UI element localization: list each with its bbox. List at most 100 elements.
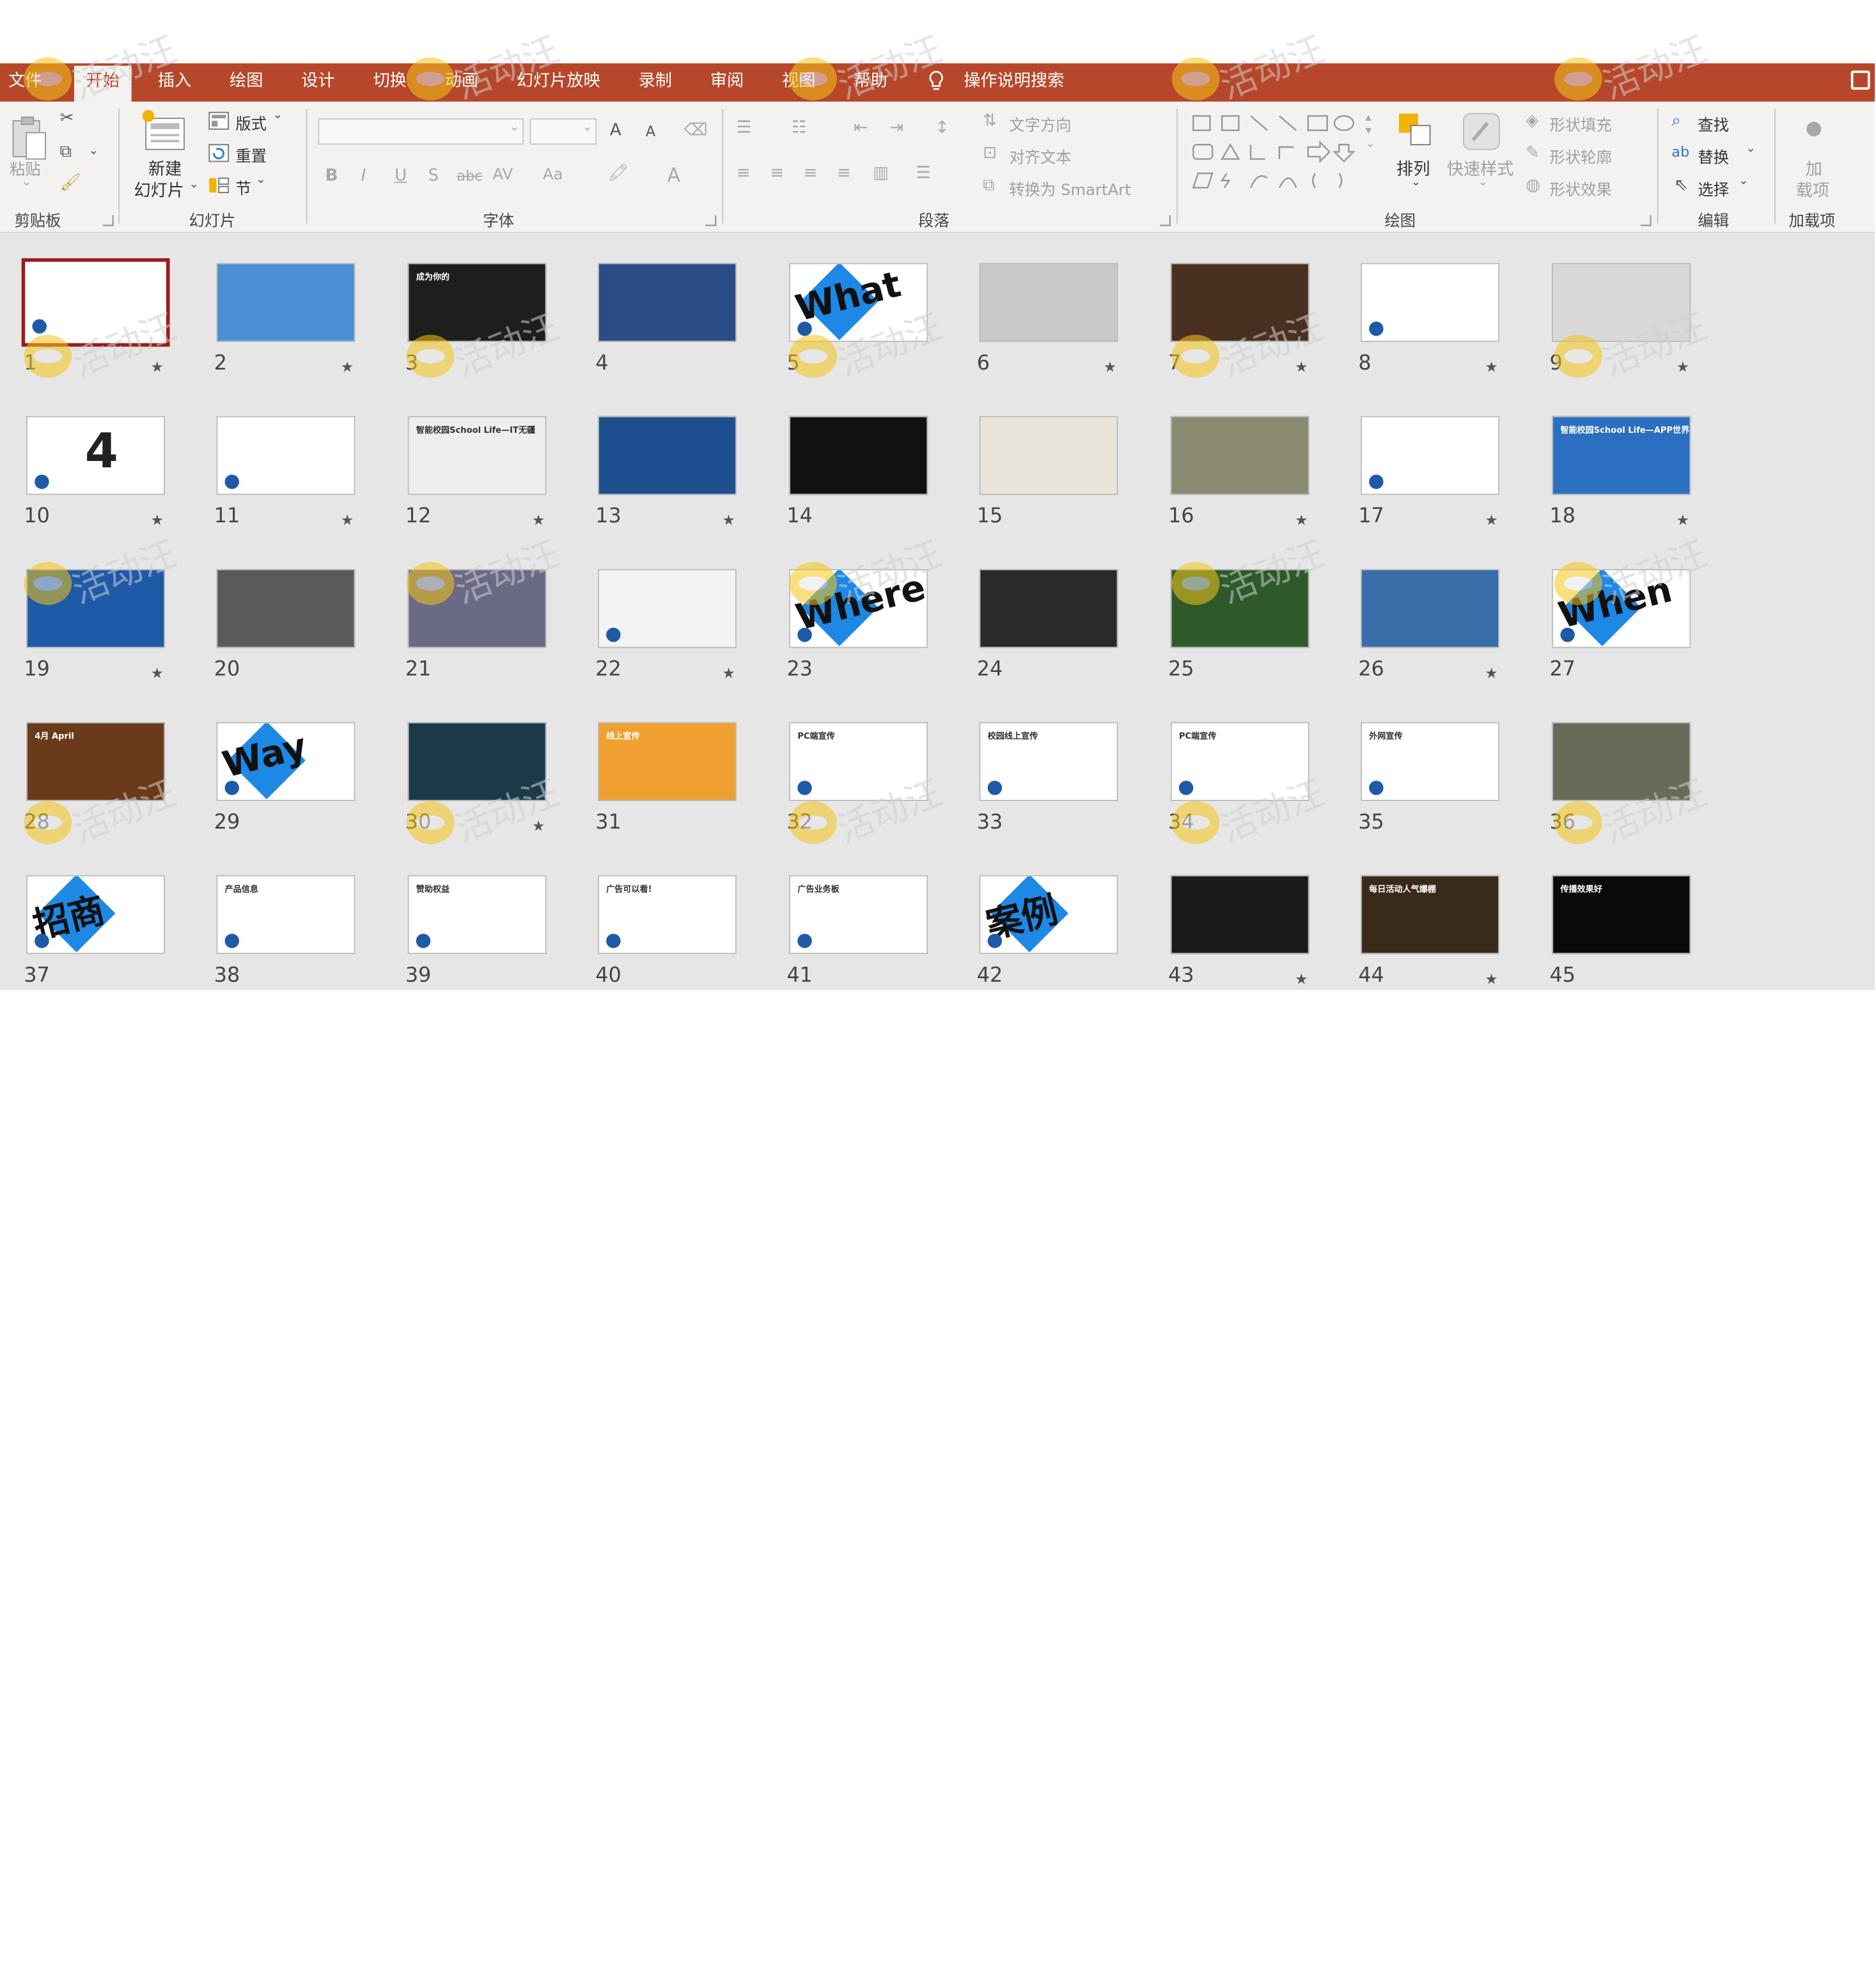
slide-thumbnail[interactable]: 4 <box>26 416 166 495</box>
line-spacing-icon[interactable]: ↕ <box>935 118 949 137</box>
shape-effects-icon[interactable]: ◍ <box>1526 176 1540 195</box>
animation-star-icon[interactable]: ★ <box>1295 359 1308 375</box>
slide-thumbnail[interactable]: 每日活动人气爆棚 <box>1361 875 1499 955</box>
animation-star-icon[interactable]: ★ <box>722 511 735 528</box>
slide-thumbnail[interactable]: 赞助权益 <box>407 875 547 955</box>
strikethrough-button[interactable]: abc <box>457 168 482 184</box>
font-color-button[interactable]: A <box>667 164 680 187</box>
slide-thumbnail[interactable] <box>1552 263 1691 342</box>
text-direction-button[interactable]: 文字方向 <box>1009 113 1071 135</box>
section-dropdown-icon[interactable]: ⌄ <box>256 173 266 187</box>
slide-thumbnail[interactable] <box>1361 416 1499 495</box>
format-painter-icon[interactable]: 🖌 <box>60 173 81 192</box>
slide-thumbnail[interactable] <box>407 722 547 801</box>
slide-thumbnail[interactable]: 智能校园School Life—APP世界 <box>1552 416 1691 495</box>
slide-thumbnail[interactable]: 产品信息 <box>216 875 356 955</box>
justify-icon[interactable]: ≡ <box>837 164 851 183</box>
tab-slideshow[interactable]: 幻灯片放映 <box>507 63 610 102</box>
reset-button[interactable]: 重置 <box>235 143 267 166</box>
slide-thumbnail[interactable]: When <box>1552 569 1691 648</box>
slide-thumbnail[interactable] <box>1170 263 1309 342</box>
slide-thumbnail[interactable] <box>1361 263 1499 342</box>
section-icon[interactable] <box>208 176 230 195</box>
animation-star-icon[interactable]: ★ <box>1485 359 1498 375</box>
arrange-icon[interactable] <box>1396 111 1435 150</box>
slide-thumbnail[interactable]: 智能校园School Life—IT无疆 <box>407 416 547 495</box>
align-text-button[interactable]: 对齐文本 <box>1009 144 1071 168</box>
slide-thumbnail[interactable] <box>598 569 737 648</box>
bold-button[interactable]: B <box>325 166 338 185</box>
slide-thumbnail[interactable] <box>216 569 356 648</box>
reset-icon[interactable] <box>208 143 230 162</box>
shapes-scroll-icon[interactable]: ▴ ▾ ⌄ <box>1366 111 1376 151</box>
font-launcher-icon[interactable] <box>705 215 717 226</box>
shape-outline-button[interactable]: 形状轮廓 <box>1550 144 1612 168</box>
text-direction-icon[interactable]: ⇅ <box>983 111 997 130</box>
highlight-icon[interactable]: 🖍 <box>607 164 629 183</box>
clear-formatting-icon[interactable]: ⌫ <box>684 121 708 140</box>
smartart-icon[interactable]: ⧉ <box>983 176 995 195</box>
addins-icon[interactable]: ● <box>1806 116 1822 139</box>
find-icon[interactable]: ⌕ <box>1671 111 1681 130</box>
shrink-font-icon[interactable]: A <box>646 123 655 140</box>
slide-thumbnail[interactable]: 广告可以看! <box>598 875 737 955</box>
slide-thumbnail[interactable] <box>1361 569 1499 648</box>
animation-star-icon[interactable]: ★ <box>1295 971 1308 987</box>
slide-thumbnail[interactable]: Where <box>789 569 928 648</box>
tab-record[interactable]: 录制 <box>629 63 682 102</box>
animation-star-icon[interactable]: ★ <box>1485 971 1498 987</box>
slide-thumbnail[interactable]: 线上宣传 <box>598 722 737 801</box>
slide-thumbnail[interactable] <box>407 569 547 648</box>
italic-button[interactable]: I <box>361 166 366 185</box>
slide-thumbnail[interactable] <box>789 416 928 495</box>
animation-star-icon[interactable]: ★ <box>1485 511 1498 528</box>
animation-star-icon[interactable]: ★ <box>151 511 164 528</box>
tab-animations[interactable]: 动画 <box>435 63 488 102</box>
slide-thumbnail[interactable]: 案例 <box>979 875 1118 955</box>
shape-fill-button[interactable]: 形状填充 <box>1550 113 1612 135</box>
slide-thumbnail[interactable] <box>1170 416 1309 495</box>
align-left-icon[interactable]: ≡ <box>737 164 751 183</box>
copy-dropdown-icon[interactable]: ⌄ <box>88 144 98 158</box>
animation-star-icon[interactable]: ★ <box>341 359 354 375</box>
font-name-combo[interactable] <box>318 118 524 145</box>
slide-thumbnail[interactable] <box>979 569 1118 648</box>
tell-me-search[interactable]: 操作说明搜索 <box>964 63 1064 99</box>
tab-insert[interactable]: 插入 <box>148 63 201 102</box>
select-dropdown-icon[interactable]: ⌄ <box>1739 175 1749 188</box>
addins-button[interactable]: 加 <box>1806 157 1822 180</box>
replace-dropdown-icon[interactable]: ⌄ <box>1746 143 1756 156</box>
tab-draw[interactable]: 绘图 <box>220 63 272 102</box>
decrease-indent-icon[interactable]: ⇤ <box>854 118 868 137</box>
slide-thumbnail[interactable]: 传播效果好 <box>1552 875 1691 955</box>
animation-star-icon[interactable]: ★ <box>151 665 164 682</box>
align-text-icon[interactable]: ⊡ <box>983 143 997 162</box>
animation-star-icon[interactable]: ★ <box>151 359 164 375</box>
replace-icon[interactable]: ab <box>1671 143 1689 160</box>
quick-styles-icon[interactable] <box>1461 111 1502 152</box>
copy-icon[interactable]: ⧉ <box>60 143 72 162</box>
slide-thumbnail[interactable] <box>216 263 356 342</box>
new-slide-icon[interactable] <box>141 109 189 154</box>
slide-thumbnail[interactable]: 广告业务板 <box>789 875 928 955</box>
animation-star-icon[interactable]: ★ <box>532 818 545 834</box>
shape-outline-icon[interactable]: ✎ <box>1526 143 1540 162</box>
slide-thumbnail[interactable]: PC端宣传 <box>1170 722 1309 801</box>
bullets-icon[interactable]: ☰ <box>737 118 751 137</box>
animation-star-icon[interactable]: ★ <box>532 511 545 528</box>
animation-star-icon[interactable]: ★ <box>1677 359 1689 375</box>
underline-button[interactable]: U <box>395 166 407 185</box>
section-button[interactable]: 节 <box>235 176 251 198</box>
animation-star-icon[interactable]: ★ <box>1485 665 1498 682</box>
paste-dropdown-icon[interactable]: ⌄ <box>22 176 32 189</box>
slide-thumbnail[interactable]: 成为你的 <box>407 263 547 342</box>
slide-thumbnail[interactable] <box>1170 569 1309 648</box>
slide-thumbnail[interactable]: 招商 <box>26 875 166 955</box>
paragraph-launcher-icon[interactable] <box>1159 215 1171 226</box>
tab-view[interactable]: 视图 <box>772 63 825 102</box>
slide-thumbnail[interactable] <box>598 416 737 495</box>
slide-thumbnail[interactable]: PC端宣传 <box>789 722 928 801</box>
slide-thumbnail[interactable]: 外网宣传 <box>1361 722 1499 801</box>
select-icon[interactable]: ⇖ <box>1674 176 1688 195</box>
replace-button[interactable]: 替换 <box>1698 144 1729 168</box>
